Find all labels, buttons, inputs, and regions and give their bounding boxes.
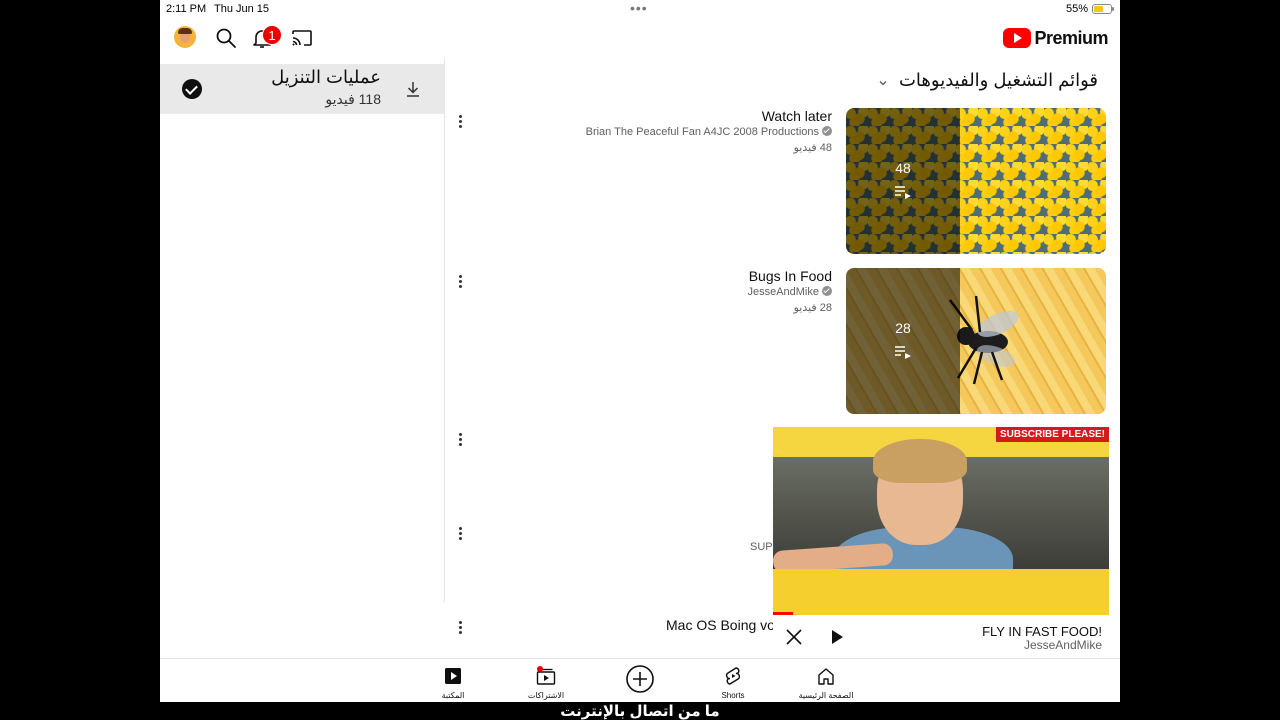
close-icon[interactable] [785, 628, 803, 646]
subscribe-overlay: SUBSCRIBE PLEASE! [995, 427, 1109, 442]
status-date: Thu Jun 15 [214, 3, 270, 15]
car-door [773, 569, 1109, 615]
verified-icon [822, 126, 832, 136]
subscriptions-icon [536, 666, 556, 685]
battery-fill [1094, 6, 1103, 12]
bottom-nav: المكتبة الاشتراكات Shorts الصفحة الرئيسي… [160, 658, 1120, 702]
left-panel: عمليات التنزيل 118 فيديو [160, 58, 445, 602]
downloads-title: عمليات التنزيل [271, 67, 381, 87]
multitasking-dots-icon[interactable]: ••• [630, 0, 648, 16]
verified-icon [822, 286, 832, 296]
thumbnail-count: 48 [895, 160, 911, 176]
top-bar: 1 Premium [160, 18, 1120, 58]
battery-icon [1092, 4, 1114, 14]
partial-row-title: Mac OS Boing vo [666, 617, 775, 633]
playlist-title: Bugs In Food [748, 268, 832, 284]
playlist-count: 48 فيديو [793, 142, 832, 154]
thumbnail-count: 28 [895, 320, 911, 336]
mini-player-channel: JesseAndMike [1023, 638, 1102, 652]
download-icon [407, 82, 419, 97]
youtube-logo[interactable]: Premium [1003, 27, 1108, 49]
shorts-icon [725, 667, 741, 685]
nav-library-label: المكتبة [441, 691, 465, 700]
cast-icon[interactable] [290, 26, 314, 50]
section-title[interactable]: قوائم التشغيل والفيديوهات [899, 70, 1098, 91]
nav-home[interactable]: الصفحة الرئيسية [791, 665, 861, 700]
more-vert-icon[interactable] [454, 274, 466, 290]
nav-subscriptions[interactable]: الاشتراكات [511, 665, 581, 700]
library-icon [445, 668, 461, 684]
play-icon[interactable] [829, 628, 845, 646]
downloads-row[interactable]: عمليات التنزيل 118 فيديو [160, 64, 445, 114]
mini-player-video[interactable]: SUBSCRIBE PLEASE! [773, 427, 1109, 615]
playlist-channel-name: JesseAndMike [747, 286, 819, 298]
more-vert-icon[interactable] [454, 526, 466, 542]
more-vert-icon[interactable] [454, 432, 466, 448]
playlist-item[interactable]: Watch later Brian The Peaceful Fan A4JC … [450, 108, 1120, 254]
notification-badge[interactable]: 1 [262, 25, 282, 45]
avatar-hair [178, 28, 192, 34]
playlist-queue-icon [895, 186, 911, 199]
playlist-queue-icon [895, 346, 911, 359]
youtube-play-icon [1003, 28, 1032, 48]
downloads-count: 118 فيديو [325, 91, 381, 107]
offline-caption: ما من اتصال بالإنترنت [560, 703, 720, 720]
playlist-thumbnail[interactable]: 28 [846, 268, 1106, 414]
nav-subscriptions-label: الاشتراكات [527, 691, 565, 700]
status-time: 2:11 PM [166, 3, 207, 15]
brand-premium: Premium [1034, 27, 1108, 48]
battery-percent: 55% [1065, 3, 1088, 15]
playlist-count: 28 فيديو [793, 302, 832, 314]
playlist-item[interactable]: Bugs In Food JesseAndMike 28 فيديو 28 [450, 268, 1120, 414]
more-vert-icon[interactable] [454, 620, 466, 636]
playlist-channel: JesseAndMike [747, 286, 832, 298]
nav-library[interactable]: المكتبة [418, 665, 488, 700]
more-vert-icon[interactable] [454, 114, 466, 130]
app-screen: 2:11 PM Thu Jun 15 ••• 55% 1 Premium عمل… [160, 0, 1120, 702]
check-circle-icon [182, 79, 202, 99]
mini-player-bar[interactable]: FLY IN FAST FOOD! JesseAndMike [773, 615, 1120, 658]
search-icon[interactable] [214, 26, 238, 50]
home-icon [818, 668, 834, 685]
mini-player-title: FLY IN FAST FOOD! [982, 624, 1102, 639]
status-bar: 2:11 PM Thu Jun 15 ••• 55% [160, 0, 1120, 18]
thumbnail-overlay [846, 108, 960, 254]
playlist-thumbnail[interactable]: 48 [846, 108, 1106, 254]
avatar[interactable] [174, 26, 196, 48]
create-plus-icon[interactable] [625, 664, 655, 694]
thumbnail-overlay [846, 268, 960, 414]
person-hair [873, 439, 967, 483]
nav-home-label: الصفحة الرئيسية [798, 691, 854, 700]
nav-shorts-label: Shorts [721, 691, 745, 700]
playlist-title: Watch later [761, 108, 832, 124]
partial-row-text: SUP [750, 541, 773, 553]
nav-shorts[interactable]: Shorts [698, 665, 768, 700]
playlist-channel: Brian The Peaceful Fan A4JC 2008 Product… [586, 126, 832, 138]
chevron-down-icon[interactable] [876, 76, 890, 90]
playlist-channel-name: Brian The Peaceful Fan A4JC 2008 Product… [585, 126, 819, 138]
